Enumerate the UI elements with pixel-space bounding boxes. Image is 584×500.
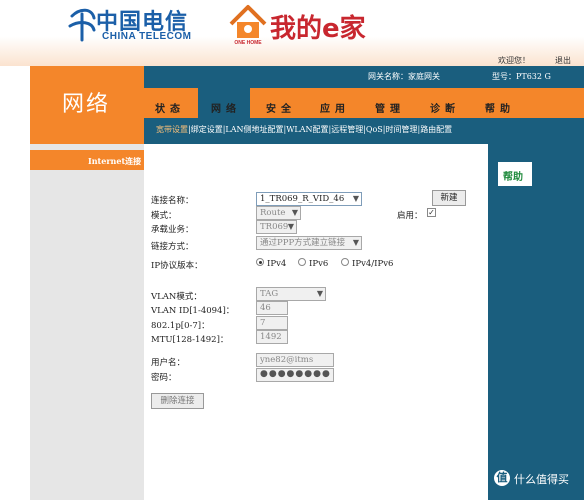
priority-field[interactable]: 7 — [256, 316, 288, 330]
mode-label: 模式： — [151, 211, 177, 221]
subnav-binding[interactable]: 绑定设置 — [191, 125, 223, 134]
delete-connection-button[interactable]: 删除连接 — [151, 393, 204, 409]
tab-help[interactable]: 帮助 — [485, 100, 515, 115]
section-title: 网络 — [62, 92, 111, 117]
mtu-label: MTU[128-1492]： — [151, 335, 229, 345]
model-label: 型号：PT632 G — [492, 72, 551, 81]
ipv4-radio[interactable] — [256, 258, 264, 266]
subnav-wlan[interactable]: WLAN配置 — [286, 125, 328, 134]
ipv4-option-label: IPv4 — [267, 259, 287, 269]
chevron-down-icon: ▼ — [291, 208, 298, 217]
subnav-qos[interactable]: QoS — [366, 125, 383, 134]
home-logo-icon: ONE HOME — [229, 5, 267, 46]
new-connection-button[interactable]: 新建 — [432, 190, 466, 206]
vlan-id-label: VLAN ID[1-4094]： — [151, 306, 235, 316]
username-label: 用户名： — [151, 358, 186, 368]
vlan-mode-label: VLAN模式： — [151, 292, 202, 302]
subnav-lan-address[interactable]: LAN侧地址配置 — [225, 125, 283, 134]
vlan-id-field[interactable]: 46 — [256, 301, 288, 315]
ipv4-ipv6-radio[interactable] — [341, 258, 349, 266]
link-mode-label: 链接方式： — [151, 242, 194, 252]
subnav-broadband[interactable]: 宽带设置 — [156, 125, 188, 134]
home-logo-text: ONE HOME — [234, 40, 262, 46]
gateway-name: 网关名称：家庭网关 — [368, 72, 440, 81]
sub-nav-items: 宽带设置|绑定设置|LAN侧地址配置|WLAN配置|远程管理|QoS|时间管理|… — [156, 125, 453, 134]
chevron-down-icon: ▼ — [352, 194, 359, 203]
enable-label: 启用： — [397, 211, 423, 221]
connection-name-label: 连接名称： — [151, 196, 194, 206]
chevron-down-icon: ▼ — [352, 238, 359, 247]
enable-checkbox[interactable]: ✓ — [427, 208, 436, 217]
mode-select[interactable]: Route ▼ — [256, 206, 301, 220]
sidebar — [30, 144, 144, 500]
ipv6-option-label: IPv6 — [309, 259, 329, 269]
service-select[interactable]: TR069 ▼ — [256, 220, 297, 234]
watermark-text: 什么值得买 — [514, 473, 569, 486]
brand-title: 我的e家 — [270, 14, 366, 44]
password-field[interactable]: ●●●●●●●● — [256, 368, 334, 382]
subnav-remote[interactable]: 远程管理 — [331, 125, 363, 134]
help-label: 帮助 — [503, 172, 523, 183]
connection-name-select[interactable]: 1_TR069_R_VID_46 ▼ — [256, 192, 362, 206]
chevron-down-icon: ▼ — [287, 222, 294, 231]
ipv4-ipv6-option-label: IPv4/IPv6 — [352, 259, 394, 269]
welcome-text: 欢迎您！ — [498, 56, 530, 65]
chevron-down-icon: ▼ — [316, 289, 323, 298]
mtu-field[interactable]: 1492 — [256, 330, 288, 344]
tab-diagnostics[interactable]: 诊断 — [430, 100, 460, 115]
watermark-logo-icon: 值 — [494, 470, 510, 486]
password-label: 密码： — [151, 373, 177, 383]
help-panel — [488, 144, 584, 500]
logout-link[interactable]: 退出 — [555, 55, 571, 66]
tab-security[interactable]: 安全 — [266, 100, 296, 115]
tab-application[interactable]: 应用 — [320, 100, 350, 115]
tab-status[interactable]: 状态 — [155, 100, 185, 115]
sidebar-item-label: Internet连接 — [88, 156, 142, 166]
ip-version-label: IP协议版本： — [151, 261, 203, 271]
ipv6-radio[interactable] — [298, 258, 306, 266]
link-mode-select[interactable]: 通过PPP方式建立链接 ▼ — [256, 236, 362, 250]
telecom-name-en: CHINA TELECOM — [102, 31, 192, 42]
tab-management[interactable]: 管理 — [375, 100, 405, 115]
vlan-mode-select[interactable]: TAG ▼ — [256, 287, 326, 301]
subnav-time[interactable]: 时间管理 — [385, 125, 417, 134]
subnav-route[interactable]: 路由配置 — [420, 125, 452, 134]
tab-network[interactable]: 网络 — [211, 100, 241, 115]
username-field[interactable]: yne82@itms — [256, 353, 334, 367]
priority-label: 802.1p[0-7]： — [151, 321, 210, 331]
service-label: 承载业务： — [151, 225, 194, 235]
